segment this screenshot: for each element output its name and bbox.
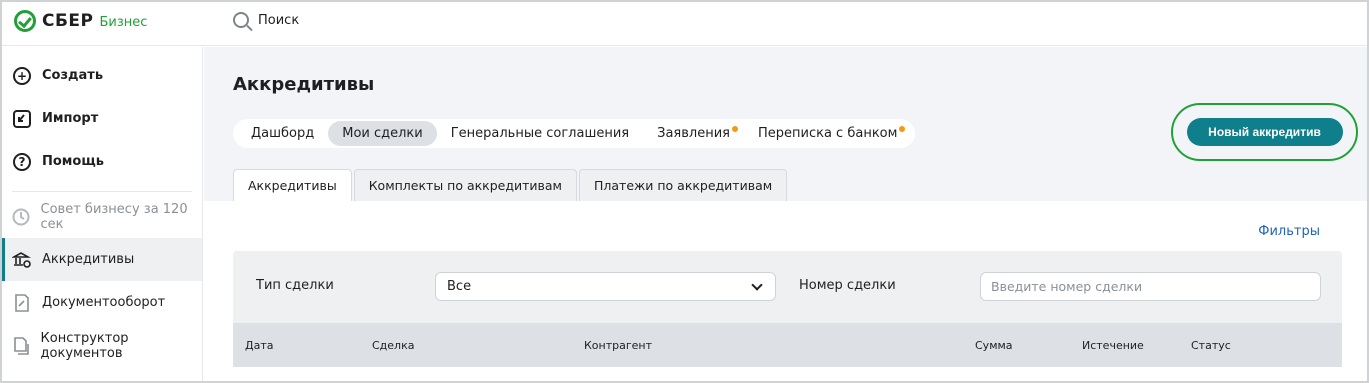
filter-bar: Тип сделки Все Номер сделки <box>233 251 1342 323</box>
sidebar-item-create[interactable]: + Создать <box>2 54 202 97</box>
chevron-down-icon <box>751 279 763 291</box>
sidebar-item-label: Импорт <box>42 111 99 126</box>
tab-label: Переписка с банком <box>757 126 898 141</box>
column-header-deal[interactable]: Сделка <box>372 339 414 352</box>
table-header: Дата Сделка Контрагент Сумма Истечение С… <box>233 323 1342 367</box>
sidebar-item-document-flow[interactable]: Документооборот <box>2 281 202 324</box>
search-field[interactable]: Поиск <box>233 12 299 28</box>
logo-name: СБЕР <box>42 11 94 31</box>
subtab-document-sets[interactable]: Комплекты по аккредитивам <box>353 169 577 201</box>
deal-number-label: Номер сделки <box>799 278 896 293</box>
import-icon <box>12 109 32 129</box>
sidebar-item-label: Создать <box>42 68 104 83</box>
sidebar-item-help[interactable]: ? Помощь <box>2 140 202 183</box>
sidebar-item-label: Конструктор документов <box>40 330 129 361</box>
sidebar-item-label: Документооборот <box>42 295 166 310</box>
column-header-amount[interactable]: Сумма <box>975 339 1013 352</box>
notification-dot <box>899 126 906 132</box>
logo-sub: Бизнес <box>99 15 148 30</box>
main-content: Аккредитивы Дашборд Мои сделки Генеральн… <box>204 47 1367 381</box>
column-header-counterparty[interactable]: Контрагент <box>584 339 652 352</box>
bank-pin-icon <box>12 250 32 270</box>
new-button-highlight: Новый аккредитив <box>1171 103 1358 161</box>
tab-dashboard[interactable]: Дашборд <box>237 121 328 146</box>
logo[interactable]: СБЕР Бизнес <box>14 10 147 32</box>
notification-dot <box>731 126 738 132</box>
subtab-payments[interactable]: Платежи по аккредитивам <box>578 169 788 201</box>
sidebar-item-import[interactable]: Импорт <box>2 97 202 140</box>
column-header-date[interactable]: Дата <box>245 339 273 352</box>
section-tabs: Дашборд Мои сделки Генеральные соглашени… <box>233 119 916 148</box>
sidebar-item-letters-of-credit[interactable]: Аккредитивы <box>2 238 202 281</box>
search-icon <box>233 12 249 28</box>
deal-type-label: Тип сделки <box>256 278 334 293</box>
top-bar: СБЕР Бизнес Поиск <box>2 2 1367 46</box>
subtab-letters-of-credit[interactable]: Аккредитивы <box>233 169 352 201</box>
documents-icon <box>12 336 31 356</box>
filters-link[interactable]: Фильтры <box>1258 224 1320 239</box>
column-header-expiry[interactable]: Истечение <box>1082 339 1144 352</box>
tab-label: Мои сделки <box>342 126 423 141</box>
content-panel: Фильтры Тип сделки Все Номер сделки Дата… <box>204 201 1367 381</box>
subtab-label: Аккредитивы <box>248 178 337 193</box>
document-edit-icon <box>12 293 32 313</box>
sber-logo-icon <box>14 10 36 32</box>
sidebar-item-label: Совет бизнесу за 120 сек <box>40 201 188 232</box>
tab-my-deals[interactable]: Мои сделки <box>328 121 437 146</box>
deal-type-select[interactable]: Все <box>435 272 776 301</box>
subtabs: Аккредитивы Комплекты по аккредитивам Пл… <box>233 169 789 201</box>
plus-circle-icon: + <box>12 66 32 86</box>
tab-general-agreements[interactable]: Генеральные соглашения <box>437 121 643 146</box>
deal-number-input[interactable] <box>980 272 1321 301</box>
tab-bank-correspondence[interactable]: Переписка с банком <box>744 121 911 146</box>
tab-applications[interactable]: Заявления <box>643 121 744 146</box>
column-header-status[interactable]: Статус <box>1191 339 1231 352</box>
clock-icon <box>12 207 31 227</box>
sidebar-item-business-tip[interactable]: Совет бизнесу за 120 сек <box>2 195 202 238</box>
sidebar-divider <box>12 191 192 192</box>
tab-label: Генеральные соглашения <box>450 126 630 141</box>
deal-type-value: Все <box>447 279 472 294</box>
sidebar-item-doc-builder[interactable]: Конструктор документов <box>2 324 202 367</box>
sidebar-item-label: Помощь <box>42 154 104 169</box>
new-letter-of-credit-button[interactable]: Новый аккредитив <box>1186 118 1343 146</box>
tab-label: Заявления <box>657 126 730 141</box>
search-label: Поиск <box>258 12 300 28</box>
page-title: Аккредитивы <box>233 74 375 95</box>
subtab-label: Комплекты по аккредитивам <box>368 178 562 193</box>
tab-label: Дашборд <box>251 126 315 141</box>
sidebar: + Создать Импорт ? Помощь Совет бизнесу … <box>2 47 203 381</box>
subtab-label: Платежи по аккредитивам <box>593 178 773 193</box>
app-window: СБЕР Бизнес Поиск + Создать Импорт ? Пом… <box>0 0 1369 383</box>
help-circle-icon: ? <box>12 152 32 172</box>
sidebar-item-label: Аккредитивы <box>42 252 135 267</box>
